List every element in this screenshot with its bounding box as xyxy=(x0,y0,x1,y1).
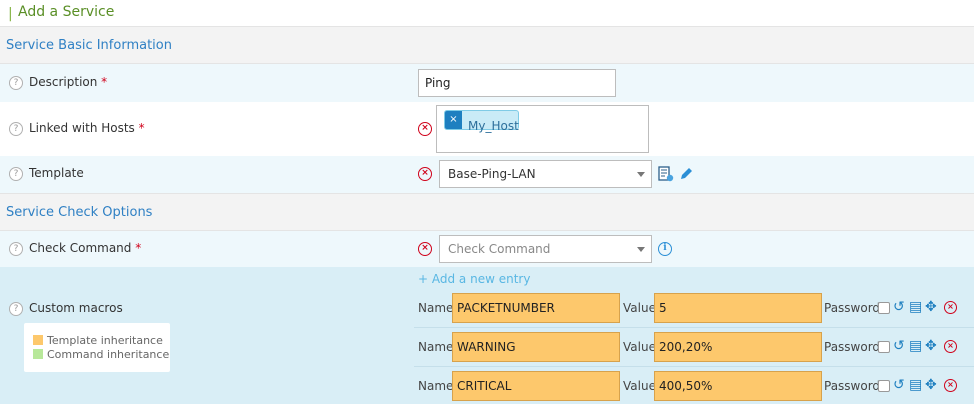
custom-macros-label: Custom macros xyxy=(29,301,123,315)
host-tag-label: My_Host xyxy=(468,119,519,133)
undo-icon[interactable]: ↺ xyxy=(893,338,905,354)
macro-name-label: Name xyxy=(418,379,454,393)
macro-row: Name PACKETNUMBER Value 5 Password ↺ ▤ ✥… xyxy=(414,289,974,328)
macro-name-input[interactable]: WARNING xyxy=(452,332,620,362)
macro-row: Name WARNING Value 200,20% Password ↺ ▤ … xyxy=(414,328,974,367)
chevron-down-icon xyxy=(637,172,645,177)
macro-value-input[interactable]: 200,20% xyxy=(654,332,822,362)
check-command-placeholder: Check Command xyxy=(448,242,551,256)
section-header-check: Service Check Options xyxy=(0,193,974,231)
linked-hosts-multiselect[interactable]: × My_Host xyxy=(436,105,649,153)
question-circle-icon[interactable]: ? xyxy=(9,167,23,181)
macro-value-input[interactable]: 5 xyxy=(654,293,822,323)
template-select-value: Base-Ping-LAN xyxy=(448,167,536,181)
host-tag[interactable]: × My_Host xyxy=(444,110,519,133)
macro-name-input[interactable]: CRITICAL xyxy=(452,371,620,401)
move-icon[interactable]: ✥ xyxy=(925,377,937,393)
undo-icon[interactable]: ↺ xyxy=(893,377,905,393)
tag-remove-icon[interactable]: × xyxy=(445,111,462,129)
macro-name-label: Name xyxy=(418,301,454,315)
linked-hosts-row: ? Linked with Hosts * × × My_Host xyxy=(0,102,974,156)
macro-name-label: Name xyxy=(418,340,454,354)
page-title: Add a Service xyxy=(18,4,115,20)
macro-password-label: Password xyxy=(824,301,881,315)
question-circle-icon[interactable]: ? xyxy=(9,302,23,316)
list-icon[interactable]: ▤ xyxy=(909,377,922,393)
check-command-row: ? Check Command * × Check Command i xyxy=(0,231,974,267)
clear-circle-icon[interactable]: × xyxy=(418,167,432,181)
template-row: ? Template × Base-Ping-LAN xyxy=(0,156,974,193)
macro-row: Name CRITICAL Value 400,50% Password ↺ ▤… xyxy=(414,367,974,404)
macro-name-input[interactable]: PACKETNUMBER xyxy=(452,293,620,323)
legend-command-swatch xyxy=(33,349,43,359)
move-icon[interactable]: ✥ xyxy=(925,338,937,354)
legend-command: Command inheritance xyxy=(33,348,169,361)
check-command-label: Check Command * xyxy=(29,241,142,255)
question-circle-icon[interactable]: ? xyxy=(9,122,23,136)
check-command-select[interactable]: Check Command xyxy=(439,235,652,263)
remove-circle-icon[interactable]: × xyxy=(944,340,957,353)
macro-password-label: Password xyxy=(824,379,881,393)
macro-value-label: Value xyxy=(623,301,656,315)
question-circle-icon[interactable]: ? xyxy=(9,76,23,90)
legend-template: Template inheritance xyxy=(33,334,163,347)
inheritance-legend: Template inheritance Command inheritance xyxy=(24,323,170,372)
list-icon[interactable]: ▤ xyxy=(909,338,922,354)
document-view-icon[interactable] xyxy=(658,166,674,182)
question-circle-icon[interactable]: ? xyxy=(9,242,23,256)
password-checkbox[interactable] xyxy=(878,341,890,353)
password-checkbox[interactable] xyxy=(878,380,890,392)
section-title-check: Service Check Options xyxy=(6,205,153,220)
linked-hosts-label: Linked with Hosts * xyxy=(29,121,145,135)
legend-template-swatch xyxy=(33,335,43,345)
list-icon[interactable]: ▤ xyxy=(909,299,922,315)
info-circle-icon[interactable]: i xyxy=(658,242,672,256)
title-accent-bar: | xyxy=(8,6,13,22)
password-checkbox[interactable] xyxy=(878,302,890,314)
macro-password-label: Password xyxy=(824,340,881,354)
macro-value-label: Value xyxy=(623,379,656,393)
description-input[interactable]: Ping xyxy=(418,69,616,97)
remove-circle-icon[interactable]: × xyxy=(944,379,957,392)
section-title-basic: Service Basic Information xyxy=(6,38,172,53)
undo-icon[interactable]: ↺ xyxy=(893,299,905,315)
remove-circle-icon[interactable]: × xyxy=(944,301,957,314)
add-entry-link[interactable]: + Add a new entry xyxy=(418,272,530,286)
template-label: Template xyxy=(29,166,84,180)
description-label: Description * xyxy=(29,75,108,89)
clear-circle-icon[interactable]: × xyxy=(418,122,432,136)
chevron-down-icon xyxy=(637,247,645,252)
section-header-basic: Service Basic Information xyxy=(0,26,974,64)
description-row: ? Description * Ping xyxy=(0,64,974,102)
clear-circle-icon[interactable]: × xyxy=(418,242,432,256)
move-icon[interactable]: ✥ xyxy=(925,299,937,315)
template-select[interactable]: Base-Ping-LAN xyxy=(439,160,652,188)
pencil-icon[interactable] xyxy=(679,166,694,181)
macro-value-label: Value xyxy=(623,340,656,354)
macro-value-input[interactable]: 400,50% xyxy=(654,371,822,401)
title-bar: | Add a Service xyxy=(0,0,974,26)
